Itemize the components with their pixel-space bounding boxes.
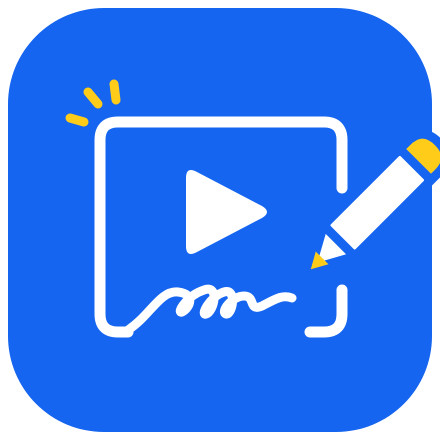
app-icon-graphic (8, 8, 440, 432)
app-icon[interactable] (0, 0, 440, 440)
